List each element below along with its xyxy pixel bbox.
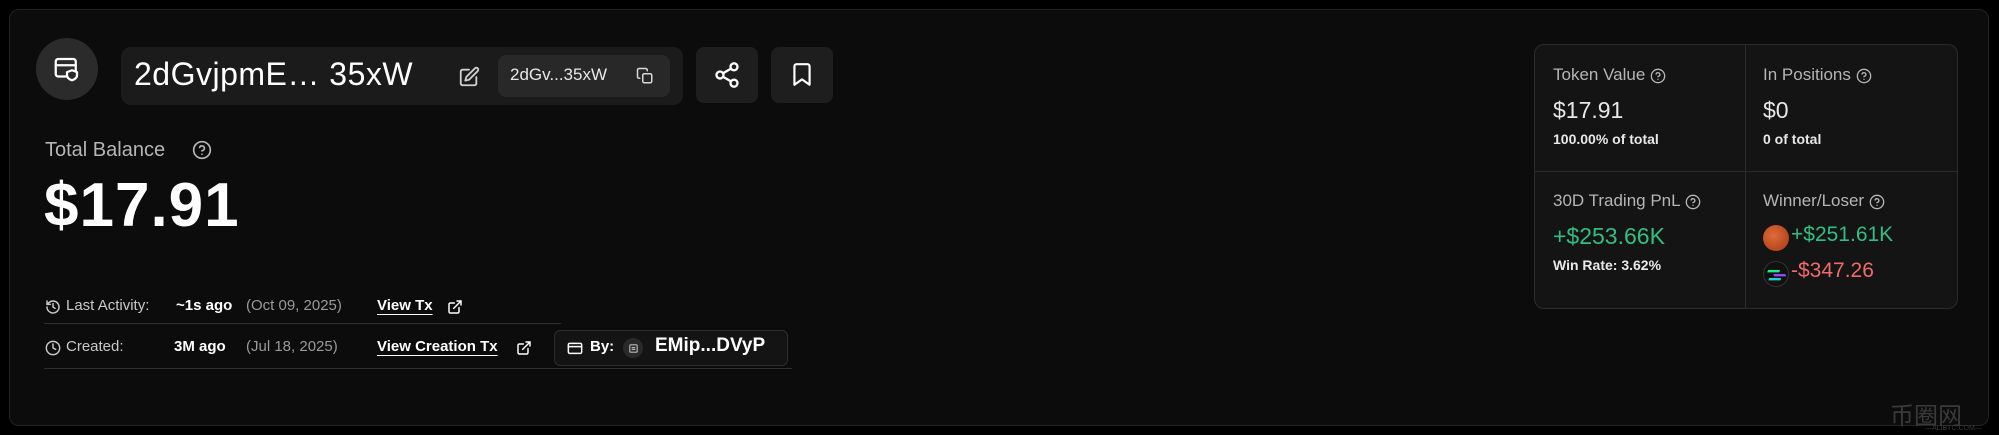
total-balance-value: $17.91 <box>44 171 240 240</box>
wallet-address: 2dGv...35xW <box>510 65 607 84</box>
help-icon[interactable] <box>1869 194 1885 210</box>
bookmark-icon <box>793 63 811 86</box>
created-date: (Jul 18, 2025) <box>246 338 338 355</box>
winner-value: +$251.61K <box>1791 223 1894 246</box>
help-icon[interactable] <box>1650 68 1666 84</box>
wallet-shield-icon <box>54 57 79 82</box>
row-divider <box>44 323 561 324</box>
watermark-sub: —ALIBTC.COM— <box>1925 425 1982 432</box>
token-value: $17.91 <box>1553 97 1624 123</box>
edit-name-button[interactable] <box>455 63 483 91</box>
creator-address[interactable]: EMip...DVyP <box>655 335 785 357</box>
copy-icon <box>636 67 653 84</box>
row-divider <box>44 368 792 369</box>
pencil-icon <box>459 66 480 87</box>
stats-panel: Token Value $17.91 100.00% of total In P… <box>1534 44 1958 309</box>
bookmark-button[interactable] <box>771 47 833 103</box>
view-tx-link[interactable]: View Tx <box>377 297 433 314</box>
share-icon <box>715 62 739 88</box>
token-value-share: 100.00% of total <box>1553 131 1659 147</box>
by-label: By: <box>590 338 615 355</box>
solana-token-icon <box>1763 261 1789 287</box>
win-rate: Win Rate: 3.62% <box>1553 257 1662 273</box>
history-icon <box>44 298 62 316</box>
wallet-name: 2dGvjpmE… 35xW <box>134 56 414 92</box>
wallet-icon <box>566 339 584 357</box>
creator-avatar-icon <box>623 338 643 358</box>
last-activity-label: Last Activity: <box>66 297 150 314</box>
in-positions-share: 0 of total <box>1763 131 1822 147</box>
help-icon[interactable] <box>192 140 212 165</box>
wallet-avatar <box>36 38 98 100</box>
created-value: 3M ago <box>174 338 226 355</box>
last-activity-date: (Oct 09, 2025) <box>246 297 342 314</box>
in-positions-label: In Positions <box>1763 65 1872 85</box>
view-creation-tx-link[interactable]: View Creation Tx <box>377 338 498 355</box>
stats-divider-vertical <box>1745 45 1746 308</box>
help-icon[interactable] <box>1685 194 1701 210</box>
winner-loser-label: Winner/Loser <box>1763 191 1885 211</box>
loser-value: -$347.26 <box>1791 259 1874 282</box>
token-value-label: Token Value <box>1553 65 1666 85</box>
share-button[interactable] <box>696 47 758 103</box>
trading-pnl-label: 30D Trading PnL <box>1553 191 1701 211</box>
clock-icon <box>44 339 62 357</box>
winner-token-icon <box>1763 225 1789 251</box>
stats-divider-horizontal <box>1535 171 1957 172</box>
last-activity-value: ~1s ago <box>176 297 233 314</box>
copy-address-button[interactable] <box>633 64 657 88</box>
created-label: Created: <box>66 338 124 355</box>
external-link-icon[interactable] <box>515 339 533 357</box>
help-icon[interactable] <box>1856 68 1872 84</box>
trading-pnl-value: +$253.66K <box>1553 223 1665 249</box>
external-link-icon[interactable] <box>446 298 464 316</box>
total-balance-label: Total Balance <box>45 139 166 161</box>
in-positions-value: $0 <box>1763 97 1789 123</box>
